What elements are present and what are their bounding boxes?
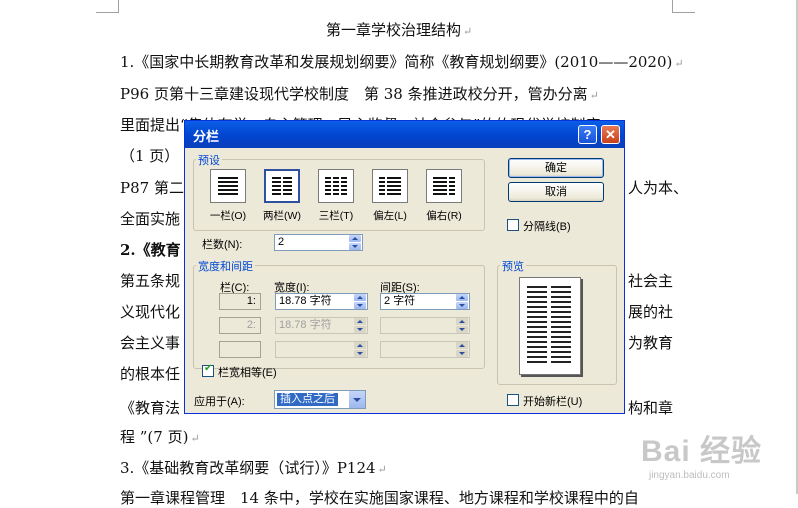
columns-dialog: 分栏 ? ✕ 预设 一栏(O) 两栏(W) 三栏(T) 偏左(L) 偏右(R) … — [184, 120, 625, 414]
preset-label: 偏左(L) — [373, 210, 407, 222]
equal-width-label: 栏宽相等(E) — [218, 367, 277, 379]
document-line: 第五条规 — [120, 272, 181, 290]
spinner-arrows-icon[interactable] — [455, 294, 469, 309]
apply-to-value: 插入点之后 — [277, 393, 338, 406]
start-new-column-label: 开始新栏(U) — [523, 396, 583, 408]
cancel-button[interactable]: 取消 — [508, 182, 604, 202]
spinner-arrows-icon — [353, 342, 367, 357]
document-line: （1 页） — [120, 147, 180, 165]
column-width-value: 18.78 字符 — [279, 319, 332, 331]
dialog-title-bar[interactable]: 分栏 ? ✕ — [185, 121, 624, 148]
column-number: 2: — [219, 317, 261, 334]
spinner-arrows-icon — [353, 318, 367, 333]
preset-label: 偏右(R) — [426, 210, 462, 222]
document-line: 程 ”(7 页) ↵ — [120, 428, 200, 446]
document-line: P87 第二 — [120, 179, 184, 197]
spinner-arrows-icon[interactable] — [353, 294, 367, 309]
document-line: 全面实施 — [120, 210, 181, 228]
column-spacing-field[interactable]: 2 字符 — [380, 293, 470, 310]
column-width-field[interactable]: 18.78 字符 — [275, 293, 368, 310]
document-line-fragment: 展的社 — [628, 303, 674, 321]
num-columns-spinner[interactable]: 2 — [274, 234, 363, 251]
preset-label: 三栏(T) — [318, 210, 354, 222]
chevron-down-icon[interactable] — [349, 391, 365, 408]
column-number: 1: — [219, 293, 261, 310]
presets-group-label: 预设 — [196, 152, 222, 168]
column-width-field-disabled — [275, 341, 368, 358]
document-line: 会主义事 — [120, 334, 181, 352]
document-line: 1.《国家中长期教育改革和发展规划纲要》简称《教育规划纲要》(2010——202… — [120, 53, 684, 71]
document-line-fragment: 为教育 — [628, 334, 674, 352]
columns-preview-image — [519, 277, 581, 375]
document-line-fragment: 人为本、 — [628, 179, 689, 197]
document-title: 第一章学校治理结构 ↵ — [326, 21, 473, 39]
page-corner-mark — [96, 0, 119, 13]
page-corner-mark — [672, 0, 695, 13]
preset-two-columns-button[interactable] — [264, 169, 300, 203]
dialog-title: 分栏 — [193, 129, 220, 144]
preset-three-columns-button[interactable] — [318, 169, 354, 203]
preset-label: 一栏(O) — [209, 210, 247, 222]
width-spacing-group-label: 宽度和间距 — [196, 258, 255, 274]
spinner-arrows-icon — [455, 318, 469, 333]
preset-left-button[interactable] — [372, 169, 408, 203]
document-line: 2.《教育 — [120, 241, 181, 259]
ok-button[interactable]: 确定 — [508, 158, 604, 178]
baidu-watermark-logo: Bai 经验 jingyan.baidu.com — [640, 435, 762, 481]
apply-to-dropdown[interactable]: 插入点之后 — [274, 390, 366, 409]
apply-to-label: 应用于(A): — [194, 396, 245, 408]
preview-group-label: 预览 — [500, 258, 526, 274]
help-icon[interactable]: ? — [578, 125, 597, 144]
spinner-arrows-icon — [455, 342, 469, 357]
separator-label: 分隔线(B) — [523, 221, 571, 233]
document-line: 《教育法 — [120, 399, 181, 417]
document-line: 义现代化 — [120, 303, 181, 321]
document-line-fragment: 构和章 — [628, 399, 674, 417]
document-line: P96 页第十三章建设现代学校制度 第 38 条推进政校分开，管办分离 ↵ — [120, 85, 599, 103]
preset-right-button[interactable] — [426, 169, 462, 203]
close-icon[interactable]: ✕ — [601, 125, 620, 144]
spinner-arrows-icon[interactable] — [348, 235, 362, 250]
column-width-value: 18.78 字符 — [279, 295, 332, 307]
document-line-fragment: 社会主 — [628, 272, 674, 290]
column-spacing-value: 2 字符 — [384, 295, 416, 307]
column-width-field-disabled: 18.78 字符 — [275, 317, 368, 334]
preset-one-column-button[interactable] — [210, 169, 246, 203]
document-line: 的根本任 — [120, 365, 181, 383]
column-spacing-field-disabled — [380, 317, 470, 334]
column-number-empty — [219, 341, 261, 358]
preset-label: 两栏(W) — [263, 210, 301, 222]
document-line: 第一章课程管理 14 条中，学校在实施国家课程、地方课程和学校课程中的自 — [120, 489, 639, 507]
equal-width-checkbox[interactable] — [202, 363, 214, 377]
num-columns-value: 2 — [278, 236, 285, 248]
start-new-column-checkbox[interactable] — [507, 394, 519, 406]
num-columns-label: 栏数(N): — [202, 239, 243, 251]
document-line: 3.《基础教育改革纲要（试行）》P124 ↵ — [120, 459, 387, 477]
separator-checkbox[interactable] — [507, 219, 519, 231]
column-spacing-field-disabled — [380, 341, 470, 358]
